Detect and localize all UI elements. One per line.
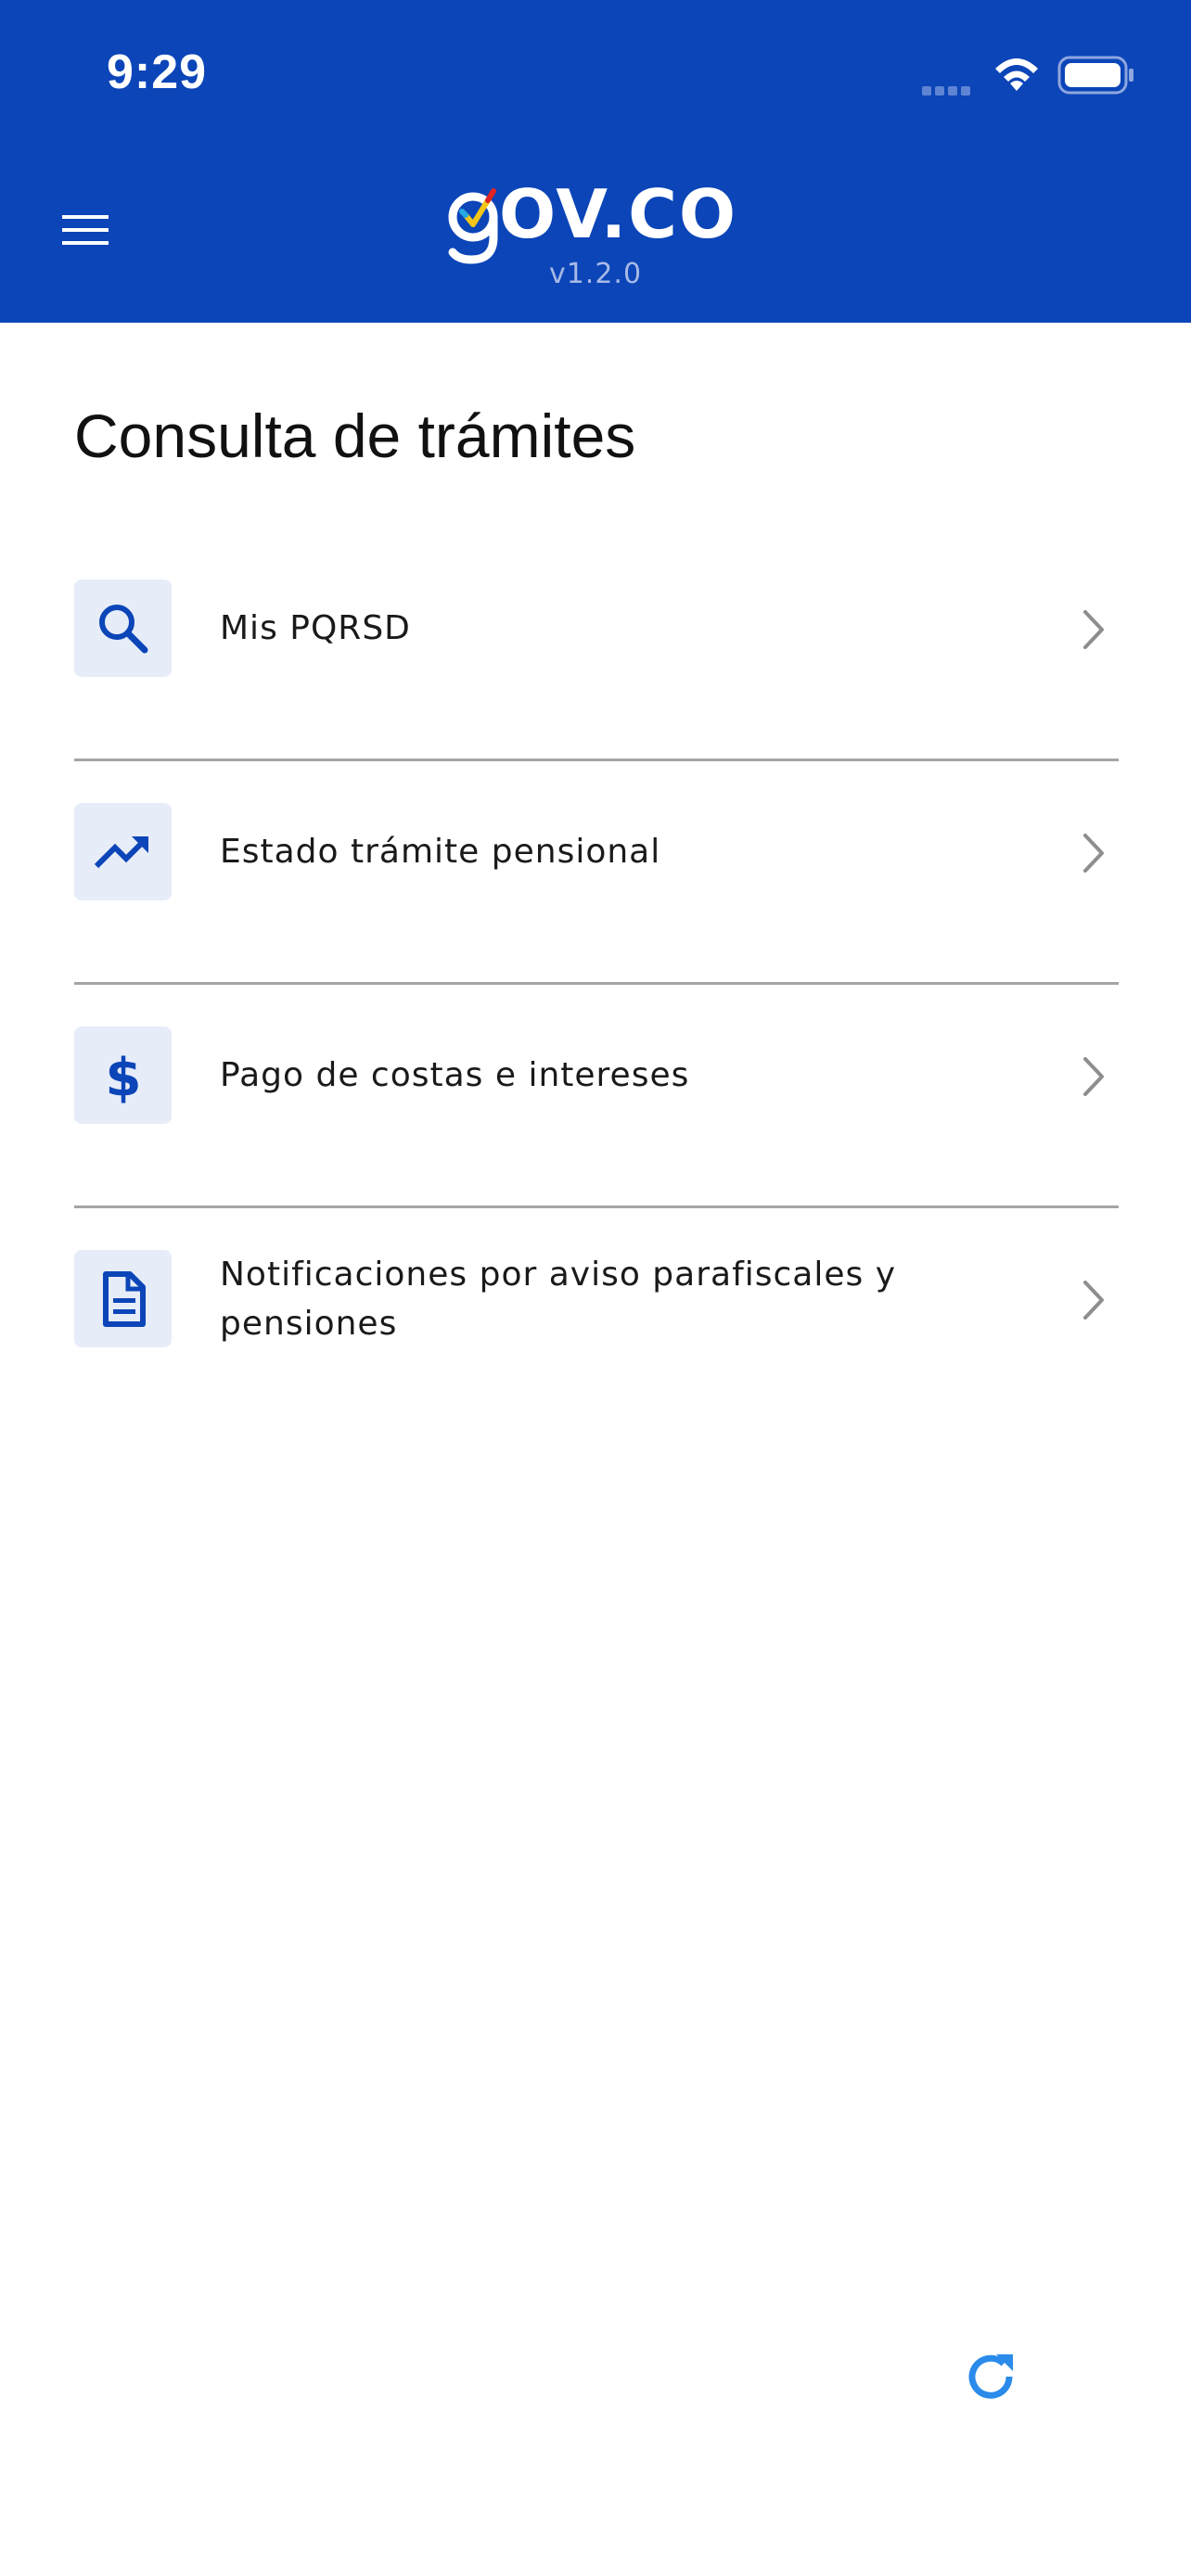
list-item-label: Pago de costas e intereses	[220, 1056, 690, 1094]
trending-up-icon	[74, 803, 172, 900]
list-item-label: Estado trámite pensional	[220, 833, 661, 871]
list-item-label: Notificaciones por aviso parafiscales y …	[220, 1255, 897, 1343]
refresh-button[interactable]	[965, 2349, 1020, 2404]
search-icon	[74, 580, 172, 677]
list-item-notificaciones[interactable]: Notificaciones por aviso parafiscales y …	[74, 1208, 1119, 1429]
wifi-icon	[995, 58, 1038, 91]
battery-icon	[1057, 56, 1133, 95]
dollar-icon: $	[74, 1027, 172, 1124]
app-version: v1.2.0	[548, 258, 643, 290]
cellular-signal-icon	[922, 82, 974, 99]
chevron-right-icon	[1083, 1057, 1104, 1096]
chevron-right-icon	[1083, 834, 1104, 873]
hamburger-menu-icon[interactable]	[58, 206, 113, 252]
refresh-icon	[968, 2354, 1013, 2399]
gov-co-logo: OV.CO	[445, 175, 751, 264]
logo-text: OV.CO	[499, 175, 738, 253]
list-item-pago-de-costas[interactable]: $ Pago de costas e intereses	[74, 985, 1119, 1208]
document-icon	[74, 1250, 172, 1347]
list-item-label: Mis PQRSD	[220, 609, 411, 647]
status-time: 9:29	[107, 45, 208, 99]
page-title: Consulta de trámites	[74, 402, 636, 470]
chevron-right-icon	[1083, 610, 1104, 649]
list-item-estado-tramite-pensional[interactable]: Estado trámite pensional	[74, 761, 1119, 985]
procedures-list: Mis PQRSD Estado trámite pensional $ Pag…	[74, 538, 1119, 1429]
list-item-mis-pqrsd[interactable]: Mis PQRSD	[74, 538, 1119, 761]
svg-text:$: $	[106, 1048, 142, 1104]
chevron-right-icon	[1083, 1281, 1104, 1320]
app-header: 9:29 OV.CO v1.2.0	[0, 0, 1191, 323]
